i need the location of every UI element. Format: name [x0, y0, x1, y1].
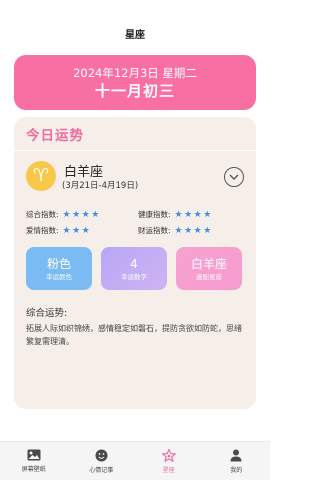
top-bar: 星座: [0, 0, 270, 55]
fortune-title: 今日运势: [26, 127, 84, 144]
rating-label: 爱情指数:: [26, 226, 59, 235]
chevron-down-icon[interactable]: [224, 167, 244, 187]
tab-profile[interactable]: 我的: [203, 442, 271, 480]
lucky-number-label: 幸运数字: [121, 272, 147, 281]
solar-date: 2024年12月3日 星期二: [73, 65, 197, 80]
star-rating-icon: ★★★★: [62, 209, 101, 220]
star-rating-icon: ★★★: [62, 225, 92, 236]
rating-wealth: 财运指数: ★★★★: [138, 225, 213, 236]
tab-label: 屏幕壁纸: [21, 466, 46, 473]
fortune-panel: 今日运势 ♈ 白羊座 (3月21日-4月19日) 综合指数: ★★★★ 健康指数…: [14, 117, 256, 409]
tab-label: 心情记事: [89, 466, 114, 474]
tab-label: 我的: [230, 466, 243, 474]
fortune-header: 今日运势: [14, 117, 256, 151]
bottom-tab-bar: 屏幕壁纸 心情记事 星座 我的: [0, 441, 270, 480]
match-sign-label: 速配星座: [196, 272, 222, 281]
rating-health: 健康指数: ★★★★: [138, 209, 213, 220]
lucky-color-value: 粉色: [46, 256, 71, 271]
lucky-color-card: 粉色 幸运颜色: [26, 247, 92, 290]
lucky-boxes: 粉色 幸运颜色 4 幸运数字 白羊座 速配星座: [14, 247, 256, 299]
match-sign-value: 白羊座: [190, 256, 227, 271]
sign-selector[interactable]: ♈ 白羊座 (3月21日-4月19日): [14, 155, 256, 203]
star-icon: [161, 448, 176, 462]
ratings-grid: 综合指数: ★★★★ 健康指数: ★★★★ 爱情指数: ★★★ 财运指数: ★★…: [14, 203, 256, 243]
rating-label: 综合指数:: [26, 210, 59, 219]
date-card: 2024年12月3日 星期二 十一月初三: [14, 55, 256, 110]
sign-name: 白羊座: [64, 165, 104, 180]
star-rating-icon: ★★★★: [174, 209, 213, 220]
person-icon: [230, 449, 242, 461]
fortune-summary: 综合运势: 拓展人际如织锦绣，感情稳定如磐石，提防贪欲如防蛇，思绪繁复需理清。: [14, 299, 256, 348]
lucky-number-card: 4 幸运数字: [101, 247, 167, 290]
tab-mood[interactable]: 心情记事: [68, 442, 136, 480]
rating-overall: 综合指数: ★★★★: [26, 209, 101, 220]
image-icon: [27, 449, 41, 461]
rating-love: 爱情指数: ★★★: [26, 225, 91, 236]
rating-label: 财运指数:: [138, 226, 171, 235]
tab-horoscope[interactable]: 星座: [135, 442, 203, 480]
sign-date-range: (3月21日-4月19日): [62, 181, 139, 191]
lunar-date: 十一月初三: [94, 81, 175, 100]
lucky-color-label: 幸运颜色: [46, 272, 72, 281]
lucky-number-value: 4: [130, 256, 138, 271]
match-sign-card: 白羊座 速配星座: [176, 247, 242, 290]
tab-wallpaper[interactable]: 屏幕壁纸: [0, 442, 68, 480]
rating-label: 健康指数:: [138, 210, 171, 219]
aries-icon: ♈: [26, 161, 56, 191]
star-rating-icon: ★★★★: [174, 225, 213, 236]
summary-text: 拓展人际如织锦绣，感情稳定如磐石，提防贪欲如防蛇，思绪繁复需理清。: [26, 324, 242, 346]
tab-label: 星座: [162, 466, 175, 474]
smiley-icon: [95, 449, 108, 461]
page-title: 星座: [125, 30, 145, 41]
summary-title: 综合运势:: [26, 308, 68, 319]
